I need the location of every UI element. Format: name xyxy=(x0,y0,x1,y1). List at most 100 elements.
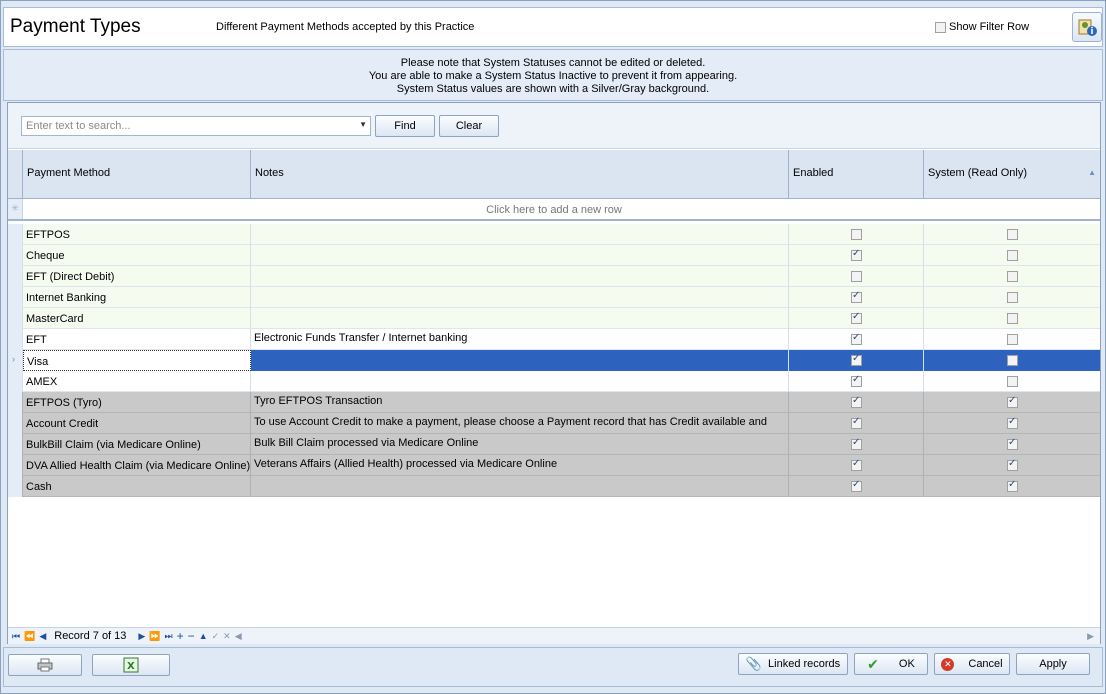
save-record-icon[interactable]: ✓ xyxy=(212,631,220,642)
cell-notes[interactable] xyxy=(251,371,789,392)
row-indicator[interactable] xyxy=(8,476,23,497)
clear-button[interactable]: Clear xyxy=(439,115,499,137)
cell-enabled[interactable] xyxy=(789,434,924,455)
system-checkbox[interactable] xyxy=(1007,437,1018,450)
cell-system[interactable] xyxy=(924,392,1100,413)
row-indicator[interactable] xyxy=(8,434,23,455)
show-filter-row-checkbox[interactable] xyxy=(935,21,946,33)
cell-payment-method[interactable]: Visa xyxy=(23,350,251,371)
cell-notes[interactable]: Tyro EFTPOS Transaction xyxy=(251,392,789,413)
table-row[interactable]: EFT (Direct Debit) xyxy=(8,266,1100,287)
cell-payment-method[interactable]: EFTPOS (Tyro) xyxy=(23,392,251,413)
chevron-down-icon[interactable]: ▼ xyxy=(359,120,367,129)
table-row[interactable]: EFT Electronic Funds Transfer / Internet … xyxy=(8,329,1100,350)
cell-enabled[interactable] xyxy=(789,245,924,266)
scroll-right-icon[interactable]: ▶ xyxy=(1087,631,1094,642)
column-header-enabled[interactable]: Enabled xyxy=(789,150,924,199)
cell-payment-method[interactable]: AMEX xyxy=(23,371,251,392)
prev-page-icon[interactable]: ⏪ xyxy=(24,631,35,642)
cell-payment-method[interactable]: EFT (Direct Debit) xyxy=(23,266,251,287)
row-indicator[interactable] xyxy=(8,245,23,266)
cell-enabled[interactable] xyxy=(789,329,924,350)
cell-payment-method[interactable]: BulkBill Claim (via Medicare Online) xyxy=(23,434,251,455)
cell-enabled[interactable] xyxy=(789,287,924,308)
cell-enabled[interactable] xyxy=(789,350,924,371)
cancel-button[interactable]: ✕ Cancel xyxy=(934,653,1010,675)
cell-enabled[interactable] xyxy=(789,308,924,329)
cancel-edit-icon[interactable]: ✕ xyxy=(223,631,231,642)
cell-enabled[interactable] xyxy=(789,224,924,245)
table-row[interactable]: Internet Banking xyxy=(8,287,1100,308)
enabled-checkbox[interactable] xyxy=(851,290,862,303)
table-row[interactable]: MasterCard xyxy=(8,308,1100,329)
column-header-system[interactable]: System (Read Only) ▲ xyxy=(924,150,1100,199)
row-indicator[interactable] xyxy=(8,287,23,308)
cell-notes[interactable] xyxy=(251,287,789,308)
cell-enabled[interactable] xyxy=(789,455,924,476)
row-indicator[interactable] xyxy=(8,455,23,476)
cell-notes[interactable] xyxy=(251,245,789,266)
row-indicator[interactable]: › xyxy=(8,350,23,371)
system-checkbox[interactable] xyxy=(1007,334,1018,345)
add-new-row[interactable]: ✳ Click here to add a new row xyxy=(8,199,1100,221)
cell-payment-method[interactable]: Cash xyxy=(23,476,251,497)
system-checkbox[interactable] xyxy=(1007,292,1018,303)
cell-payment-method[interactable]: Internet Banking xyxy=(23,287,251,308)
table-row[interactable]: AMEX xyxy=(8,371,1100,392)
table-row[interactable]: › Visa xyxy=(8,350,1100,371)
row-indicator[interactable] xyxy=(8,392,23,413)
enabled-checkbox[interactable] xyxy=(851,395,862,408)
cell-enabled[interactable] xyxy=(789,476,924,497)
cell-notes[interactable]: Electronic Funds Transfer / Internet ban… xyxy=(251,329,789,350)
cell-notes[interactable] xyxy=(251,308,789,329)
system-checkbox[interactable] xyxy=(1007,458,1018,471)
enabled-checkbox[interactable] xyxy=(851,437,862,450)
cell-system[interactable] xyxy=(924,350,1100,371)
cell-system[interactable] xyxy=(924,287,1100,308)
scroll-left-icon[interactable]: ◀ xyxy=(235,631,242,642)
row-indicator[interactable] xyxy=(8,266,23,287)
system-checkbox[interactable] xyxy=(1007,313,1018,324)
cell-enabled[interactable] xyxy=(789,413,924,434)
system-checkbox[interactable] xyxy=(1007,271,1018,282)
edit-record-icon[interactable]: ▲ xyxy=(199,631,208,641)
add-record-icon[interactable]: + xyxy=(177,629,184,643)
cell-notes[interactable]: To use Account Credit to make a payment,… xyxy=(251,413,789,434)
row-indicator[interactable] xyxy=(8,371,23,392)
cell-notes[interactable]: Veterans Affairs (Allied Health) process… xyxy=(251,455,789,476)
show-filter-row-toggle[interactable]: Show Filter Row xyxy=(935,21,1029,33)
system-checkbox[interactable] xyxy=(1007,416,1018,429)
row-indicator[interactable] xyxy=(8,329,23,350)
table-row[interactable]: Cash xyxy=(8,476,1100,497)
cell-notes[interactable] xyxy=(251,476,789,497)
column-header-notes[interactable]: Notes xyxy=(251,150,789,199)
enabled-checkbox[interactable] xyxy=(851,353,862,366)
cell-payment-method[interactable]: EFT xyxy=(23,329,251,350)
enabled-checkbox[interactable] xyxy=(851,229,862,240)
enabled-checkbox[interactable] xyxy=(851,311,862,324)
system-checkbox[interactable] xyxy=(1007,479,1018,492)
next-page-icon[interactable]: ⏩ xyxy=(149,631,160,642)
enabled-checkbox[interactable] xyxy=(851,479,862,492)
cell-system[interactable] xyxy=(924,266,1100,287)
next-record-icon[interactable]: ▶ xyxy=(138,631,145,642)
cell-notes[interactable]: Bulk Bill Claim processed via Medicare O… xyxy=(251,434,789,455)
cell-system[interactable] xyxy=(924,329,1100,350)
enabled-checkbox[interactable] xyxy=(851,271,862,282)
enabled-checkbox[interactable] xyxy=(851,248,862,261)
system-checkbox[interactable] xyxy=(1007,395,1018,408)
cell-system[interactable] xyxy=(924,308,1100,329)
cell-system[interactable] xyxy=(924,455,1100,476)
cell-enabled[interactable] xyxy=(789,371,924,392)
cell-notes[interactable] xyxy=(251,224,789,245)
cell-enabled[interactable] xyxy=(789,266,924,287)
cell-system[interactable] xyxy=(924,476,1100,497)
cell-system[interactable] xyxy=(924,434,1100,455)
ok-button[interactable]: ✔ OK xyxy=(854,653,928,675)
delete-record-icon[interactable]: − xyxy=(188,629,195,643)
cell-system[interactable] xyxy=(924,245,1100,266)
settings-info-button[interactable] xyxy=(1072,12,1102,42)
cell-payment-method[interactable]: Account Credit xyxy=(23,413,251,434)
system-checkbox[interactable] xyxy=(1007,229,1018,240)
prev-record-icon[interactable]: ◀ xyxy=(39,631,46,642)
